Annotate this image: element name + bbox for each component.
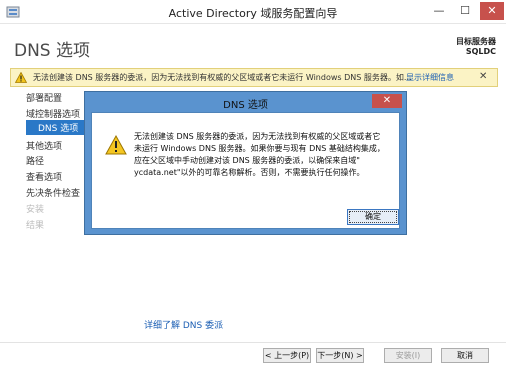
- title-bar: Active Directory 域服务配置向导 — ☐ ✕: [0, 0, 506, 24]
- sidebar-item-paths[interactable]: 路径: [26, 154, 44, 167]
- sidebar-item-deployment[interactable]: 部署配置: [26, 91, 62, 104]
- dialog-message-line: 应在父区域中手动创建对该 DNS 服务器的委派，以确保来自域": [134, 156, 360, 165]
- show-details-link[interactable]: 显示详细信息: [406, 72, 454, 83]
- cancel-button[interactable]: 取消: [441, 348, 489, 363]
- dialog-body: 无法创建该 DNS 服务器的委派，因为无法找到有权威的父区域或者它 未运行 Wi…: [91, 112, 400, 229]
- sidebar-item-dns-options[interactable]: DNS 选项: [26, 120, 90, 135]
- warning-triangle-icon: [15, 72, 27, 83]
- warning-text: 无法创建该 DNS 服务器的委派，因为无法找到有权威的父区域或者它未运行 Win…: [33, 73, 412, 82]
- dns-options-dialog: DNS 选项 ✕ 无法创建该 DNS 服务器的委派，因为无法找到有权威的父区域或…: [84, 91, 407, 235]
- warning-banner: 无法创建该 DNS 服务器的委派，因为无法找到有权威的父区域或者它未运行 Win…: [10, 68, 498, 87]
- next-button[interactable]: 下一步(N) >: [316, 348, 364, 363]
- install-button: 安装(I): [384, 348, 432, 363]
- maximize-button[interactable]: ☐: [452, 2, 478, 20]
- sidebar-item-review[interactable]: 查看选项: [26, 170, 62, 183]
- dialog-message-line: ycdata.net"以外的可靠名称解析。否则，不需要执行任何操作。: [134, 168, 365, 177]
- warning-triangle-icon: [105, 135, 127, 155]
- dialog-message: 无法创建该 DNS 服务器的委派，因为无法找到有权威的父区域或者它 未运行 Wi…: [134, 131, 392, 179]
- learn-more-link[interactable]: 详细了解 DNS 委派: [144, 318, 223, 331]
- dialog-title: DNS 选项: [223, 100, 268, 111]
- close-button[interactable]: ✕: [480, 2, 504, 20]
- ok-button-label: 确定: [365, 212, 381, 221]
- footer-divider: [0, 342, 506, 343]
- warning-close-icon[interactable]: ✕: [479, 71, 487, 82]
- dialog-close-button[interactable]: ✕: [372, 94, 402, 108]
- sidebar-item-install: 安装: [26, 205, 45, 215]
- sidebar-item-label: DNS 选项: [38, 124, 79, 134]
- sidebar-item-prereq[interactable]: 先决条件检查: [26, 186, 80, 199]
- ok-button[interactable]: 确定: [347, 209, 399, 225]
- page-title: DNS 选项: [14, 41, 91, 61]
- target-server-label: 目标服务器: [456, 37, 496, 46]
- sidebar-item-dc-options[interactable]: 域控制器选项: [26, 107, 80, 120]
- minimize-button[interactable]: —: [426, 2, 452, 20]
- dialog-message-line: 未运行 Windows DNS 服务器。如果你要与现有 DNS 基础结构集成，: [134, 144, 385, 153]
- dialog-message-line: 无法创建该 DNS 服务器的委派，因为无法找到有权威的父区域或者它: [134, 132, 381, 141]
- target-server-name: SQLDC: [465, 47, 496, 56]
- previous-button[interactable]: < 上一步(P): [263, 348, 311, 363]
- sidebar-item-additional-options[interactable]: 其他选项: [26, 139, 62, 152]
- sidebar-item-results: 结果: [26, 221, 45, 231]
